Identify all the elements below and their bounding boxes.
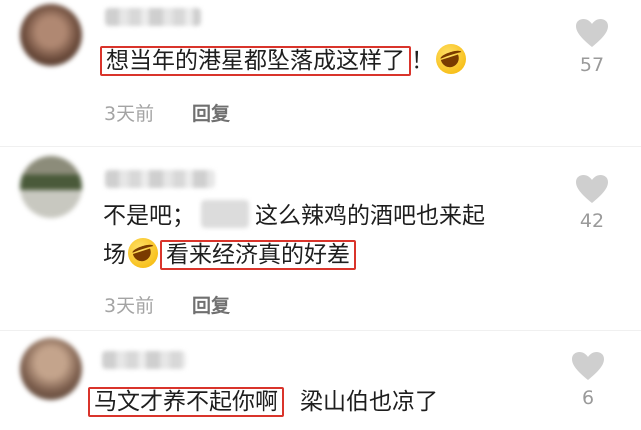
- highlight-box: 看来经济真的好差: [160, 240, 356, 270]
- comment-text-tail: 梁山伯也凉了: [300, 389, 438, 415]
- avatar[interactable]: [20, 338, 82, 400]
- laughing-emoji-icon: [436, 44, 466, 74]
- like-count: 42: [579, 210, 605, 232]
- comment-text-prefix: 不是吧；: [103, 203, 195, 229]
- divider: [0, 330, 641, 331]
- avatar[interactable]: [20, 4, 82, 66]
- avatar[interactable]: [20, 156, 82, 218]
- mention-blurred[interactable]: [201, 200, 249, 228]
- laughing-emoji-icon: [128, 238, 158, 268]
- heart-icon: [576, 19, 608, 47]
- comment-text-line-2: 场 看来经济真的好差: [103, 238, 356, 272]
- username-blurred[interactable]: [102, 351, 186, 369]
- like-count: 57: [579, 54, 605, 76]
- like-button[interactable]: 6: [568, 351, 608, 409]
- comment-text: 马文才养不起你啊 梁山伯也凉了: [88, 385, 438, 419]
- reply-button[interactable]: 回复: [192, 99, 230, 126]
- like-count: 6: [581, 387, 595, 409]
- comment-text-suffix: 这么辣鸡的酒吧也来起: [255, 203, 485, 229]
- comment-text-tail: ！: [411, 48, 434, 74]
- highlight-box: 马文才养不起你啊: [88, 387, 284, 417]
- timestamp: 3天前: [104, 295, 155, 317]
- timestamp: 3天前: [104, 103, 155, 125]
- username-blurred[interactable]: [105, 8, 201, 26]
- heart-icon: [572, 352, 604, 380]
- comment-item-3: 马文才养不起你啊 梁山伯也凉了 6: [0, 335, 641, 430]
- comment-text: 想当年的港星都坠落成这样了！: [100, 44, 468, 78]
- reply-button[interactable]: 回复: [192, 291, 230, 318]
- heart-icon: [576, 175, 608, 203]
- highlight-box: 想当年的港星都坠落成这样了: [100, 46, 411, 76]
- like-button[interactable]: 57: [572, 18, 612, 76]
- comment-item-2: 不是吧； 这么辣鸡的酒吧也来起 场 看来经济真的好差 3天前 回复 42: [0, 150, 641, 330]
- username-blurred[interactable]: [105, 170, 215, 188]
- comment-text-prefix: 场: [103, 242, 126, 268]
- comment-item-1: 想当年的港星都坠落成这样了！ 3天前 回复 57: [0, 0, 641, 140]
- comment-text-line-1: 不是吧； 这么辣鸡的酒吧也来起: [103, 199, 485, 233]
- like-button[interactable]: 42: [572, 174, 612, 232]
- divider: [0, 146, 641, 147]
